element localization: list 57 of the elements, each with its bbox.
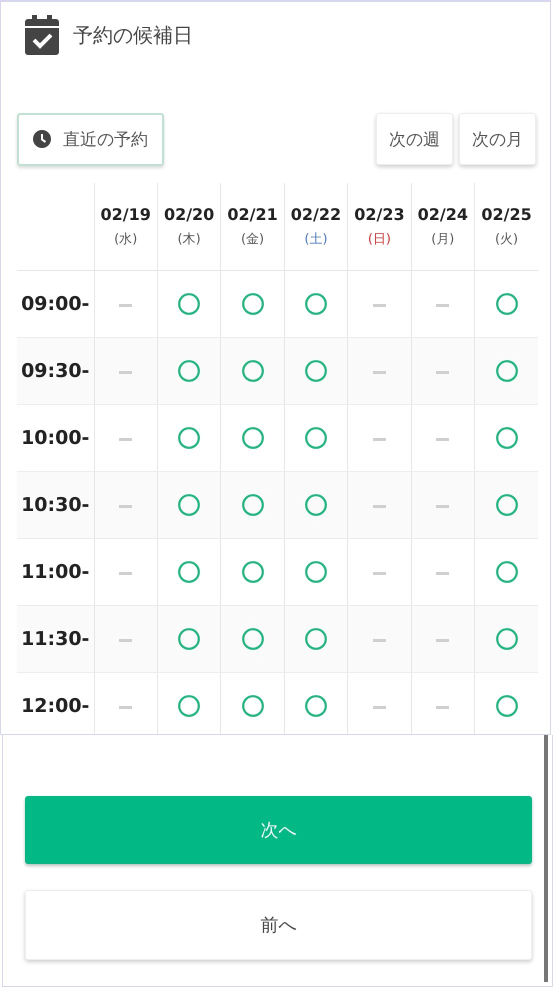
available-circle-icon[interactable]	[304, 360, 327, 382]
available-circle-icon[interactable]	[178, 695, 200, 717]
date-label: 02/24	[416, 205, 469, 224]
weekday-label: (火)	[494, 231, 518, 248]
time-label: 10:00-	[21, 427, 90, 449]
page-title: 予約の候補日	[73, 22, 193, 48]
available-circle-icon[interactable]	[242, 360, 264, 382]
available-circle-icon[interactable]	[496, 628, 518, 650]
weekday-label: (金)	[240, 231, 264, 248]
date-label: 02/25	[480, 205, 533, 224]
time-label: 09:00-	[21, 293, 90, 315]
date-label: 02/20	[162, 205, 216, 224]
available-circle-icon[interactable]	[178, 293, 200, 315]
next-month-button[interactable]: 次の月	[459, 113, 536, 165]
date-label: 02/21	[226, 205, 279, 224]
available-circle-icon[interactable]	[178, 360, 200, 382]
weekday-label: (水)	[114, 231, 138, 248]
available-circle-icon[interactable]	[304, 494, 327, 516]
available-circle-icon[interactable]	[304, 561, 327, 583]
available-circle-icon[interactable]	[496, 695, 518, 717]
available-circle-icon[interactable]	[496, 561, 518, 583]
date-label: 02/19	[100, 205, 152, 224]
date-label: 02/23	[353, 205, 406, 224]
time-label: 11:30-	[21, 628, 90, 650]
weekday-label: (日)	[368, 231, 391, 248]
available-circle-icon[interactable]	[496, 293, 518, 315]
weekday-label: (木)	[178, 231, 201, 248]
date-label: 02/22	[290, 205, 342, 224]
available-circle-icon[interactable]	[304, 695, 327, 717]
available-circle-icon[interactable]	[178, 427, 200, 449]
available-circle-icon[interactable]	[178, 494, 200, 516]
available-circle-icon[interactable]	[496, 494, 518, 516]
weekday-label: (土)	[304, 231, 328, 248]
available-circle-icon[interactable]	[242, 561, 264, 583]
back-button[interactable]: 前へ	[25, 890, 532, 960]
available-circle-icon[interactable]	[242, 293, 264, 315]
time-label: 10:30-	[21, 494, 90, 516]
available-circle-icon[interactable]	[242, 427, 264, 449]
calendar-check-icon	[25, 15, 59, 55]
available-circle-icon[interactable]	[304, 293, 327, 315]
time-label: 09:30-	[21, 360, 90, 382]
available-circle-icon[interactable]	[178, 561, 200, 583]
next-week-button[interactable]: 次の週	[376, 113, 453, 165]
available-circle-icon[interactable]	[304, 628, 327, 650]
recent-reservation-button[interactable]: 直近の予約	[17, 112, 164, 166]
scrollbar[interactable]	[544, 735, 548, 982]
time-label: 11:00-	[21, 561, 90, 583]
available-circle-icon[interactable]	[178, 628, 200, 650]
available-circle-icon[interactable]	[242, 695, 264, 717]
weekday-label: (月)	[431, 231, 454, 248]
available-circle-icon[interactable]	[496, 427, 518, 449]
available-circle-icon[interactable]	[242, 494, 264, 516]
time-label: 12:00-	[21, 695, 90, 717]
available-circle-icon[interactable]	[242, 628, 264, 650]
available-circle-icon[interactable]	[496, 360, 518, 382]
clock-icon	[33, 130, 51, 148]
available-circle-icon[interactable]	[304, 427, 327, 449]
